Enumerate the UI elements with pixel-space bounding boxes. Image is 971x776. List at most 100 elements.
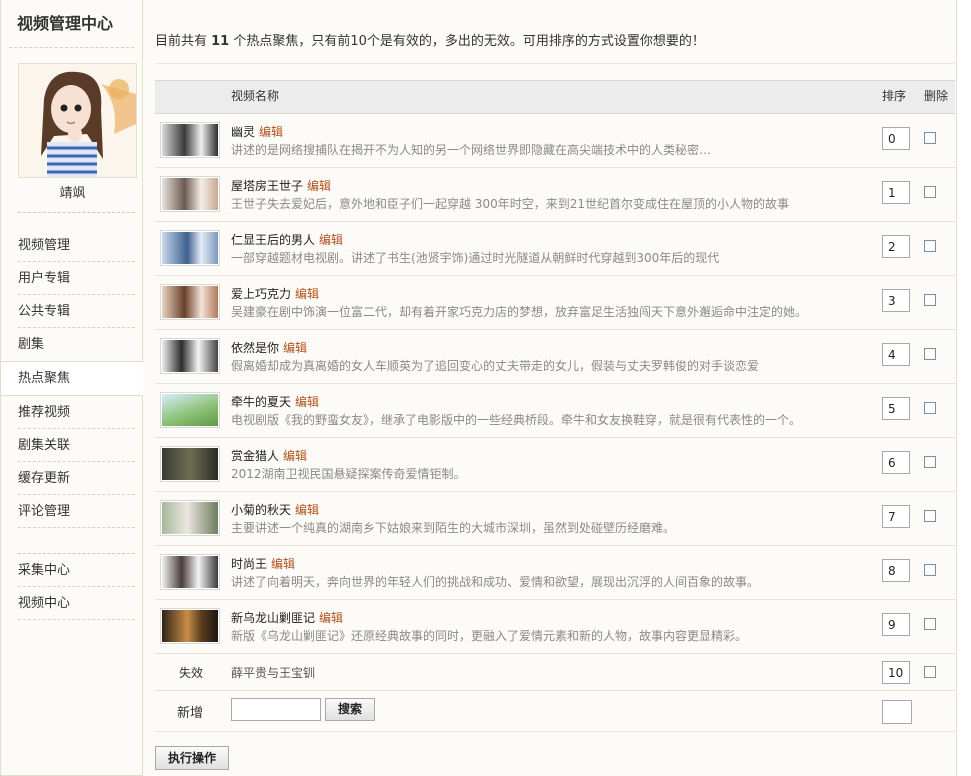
edit-link[interactable]: 编辑 [271,557,295,571]
delete-checkbox[interactable] [924,294,936,306]
nav-item-label: 视频管理 [18,238,71,253]
order-input[interactable] [882,397,910,420]
video-thumbnail[interactable] [160,284,220,320]
edit-link[interactable]: 编辑 [295,503,319,517]
edit-link[interactable]: 编辑 [295,395,319,409]
video-title: 仁显王后的男人 编辑 [231,231,343,248]
nav-item-series-link[interactable]: 剧集关联 [1,429,144,462]
delete-checkbox[interactable] [924,564,936,576]
video-title: 赏金猎人 编辑 [231,447,307,464]
video-title-text: 时尚王 [231,557,268,571]
add-label: 新增 [177,706,204,721]
video-description: 假离婚却成为真离婚的女人车顺英为了追回变心的丈夫带走的女儿，假装与丈夫罗韩俊的对… [231,359,760,373]
video-description: 主要讲述一个纯真的湖南乡下姑娘来到陌生的大城市深圳，虽然到处碰壁历经磨难。 [231,521,676,535]
table-row: 牵牛的夏天 编辑 电视剧版《我的野蛮女友》，继承了电影版中的一些经典桥段。牵牛和女友… [155,383,955,438]
order-input[interactable] [882,181,910,204]
order-input[interactable] [882,613,910,636]
nav-item-label: 视频中心 [18,596,71,611]
order-input[interactable] [882,289,910,312]
column-header-delete: 删除 [924,89,949,103]
nav-item-label: 采集中心 [18,563,71,578]
add-video-input[interactable] [231,698,321,721]
video-thumbnail[interactable] [160,392,220,428]
nav-item-label: 剧集关联 [18,438,71,453]
video-thumbnail[interactable] [160,500,220,536]
nav-group-3: 采集中心 视频中心 [1,554,144,620]
delete-checkbox[interactable] [924,348,936,360]
video-title: 屋塔房王世子 编辑 [231,177,331,194]
nav-item-label: 用户专辑 [18,271,71,286]
video-thumbnail[interactable] [160,176,220,212]
order-input[interactable] [882,661,910,684]
nav-item-recommend[interactable]: 推荐视频 [1,396,144,429]
video-thumbnail[interactable] [160,554,220,590]
video-thumbnail[interactable] [160,122,220,158]
video-description: 王世子失去爱妃后，意外地和臣子们一起穿越 300年时空，来到21世纪首尔变成住在… [231,197,789,211]
video-description: 新版《乌龙山剿匪记》还原经典故事的同时，更融入了爱情元素和新的人物，故事内容更显… [231,629,748,643]
video-description: 2012湖南卫视民国悬疑探案传奇爱情钜制。 [231,467,466,481]
nav-item-label: 热点聚焦 [18,371,71,386]
nav-item-video-manage[interactable]: 视频管理 [1,229,144,262]
username: 靖飒 [59,186,86,201]
video-title: 牵牛的夏天 编辑 [231,393,319,410]
video-thumbnail[interactable] [160,608,220,644]
video-description: 吴建豪在剧中饰演一位富二代，却有着开家巧克力店的梦想，放弃富足生活独闯天下意外邂… [231,305,808,319]
edit-link[interactable]: 编辑 [319,611,343,625]
delete-checkbox[interactable] [924,132,936,144]
table-row: 新乌龙山剿匪记 编辑新版《乌龙山剿匪记》还原经典故事的同时，更融入了爱情元素和新的… [155,599,955,654]
nav-item-label: 公共专辑 [18,304,71,319]
edit-link[interactable]: 编辑 [307,179,331,193]
order-input[interactable] [882,505,910,528]
order-input[interactable] [882,451,910,474]
nav-item-hot-focus[interactable]: 热点聚焦 [1,361,145,396]
edit-link[interactable]: 编辑 [283,449,307,463]
delete-checkbox[interactable] [924,240,936,252]
column-header-name: 视频名称 [231,89,280,103]
new-order-input[interactable] [882,700,912,724]
nav-item-comment-manage[interactable]: 评论管理 [1,495,144,528]
video-thumbnail[interactable] [160,230,220,266]
order-input[interactable] [882,235,910,258]
nav-item-label: 缓存更新 [18,471,71,486]
video-title: 小菊的秋天 编辑 [231,501,319,518]
nav-item-cache-update[interactable]: 缓存更新 [1,462,144,495]
video-description: 讲述了向着明天，奔向世界的年轻人们的挑战和成功、爱情和欲望，展现出沉浮的人间百象… [231,575,760,589]
notice-text: 目前共有 11 个热点聚焦，只有前10个是有效的，多出的无效。可用排序的方式设置… [155,34,705,49]
video-title-text: 牵牛的夏天 [231,395,292,409]
delete-checkbox[interactable] [924,666,936,678]
delete-checkbox[interactable] [924,186,936,198]
nav-item-user-album[interactable]: 用户专辑 [1,262,144,295]
video-description: 一部穿越题材电视剧。讲述了书生(池贤宇饰)通过时光隧道从朝鲜时代穿越到300年后… [231,251,720,265]
delete-checkbox[interactable] [924,510,936,522]
edit-link[interactable]: 编辑 [259,125,283,139]
nav-item-video-center[interactable]: 视频中心 [1,587,144,620]
divider [18,212,135,213]
edit-link[interactable]: 编辑 [283,341,307,355]
video-thumbnail[interactable] [160,338,220,374]
execute-button[interactable]: 执行操作 [155,746,229,770]
search-button[interactable]: 搜索 [325,698,375,721]
table-row: 屋塔房王世子 编辑王世子失去爱妃后，意外地和臣子们一起穿越 300年时空，来到21… [155,167,955,222]
hot-count: 11 [211,34,230,49]
main-panel: 目前共有 11 个热点聚焦，只有前10个是有效的，多出的无效。可用排序的方式设置… [143,0,971,776]
edit-link[interactable]: 编辑 [295,287,319,301]
video-description: 讲述的是网络搜捕队在揭开不为人知的另一个网络世界即隐藏在高尖端技术中的人类秘密… [231,143,712,157]
order-input[interactable] [882,343,910,366]
nav-group-1: 视频管理 用户专辑 公共专辑 剧集 热点聚焦 推荐视频 剧集关联 缓存更新 评论… [1,229,145,528]
invalid-row: 失效 薛平贵与王宝钏 [155,654,955,691]
avatar-illustration [19,64,136,177]
nav-item-public-album[interactable]: 公共专辑 [1,295,144,328]
nav-item-collect[interactable]: 采集中心 [1,554,144,587]
delete-checkbox[interactable] [924,456,936,468]
video-thumbnail[interactable] [160,446,220,482]
delete-checkbox[interactable] [924,402,936,414]
edit-link[interactable]: 编辑 [319,233,343,247]
video-title-text: 仁显王后的男人 [231,233,316,247]
nav-item-label: 评论管理 [18,504,71,519]
order-input[interactable] [882,127,910,150]
delete-checkbox[interactable] [924,618,936,630]
scrollbar-track[interactable] [956,0,971,776]
nav-item-series[interactable]: 剧集 [1,328,144,361]
video-title-text: 新乌龙山剿匪记 [231,611,316,625]
order-input[interactable] [882,559,910,582]
